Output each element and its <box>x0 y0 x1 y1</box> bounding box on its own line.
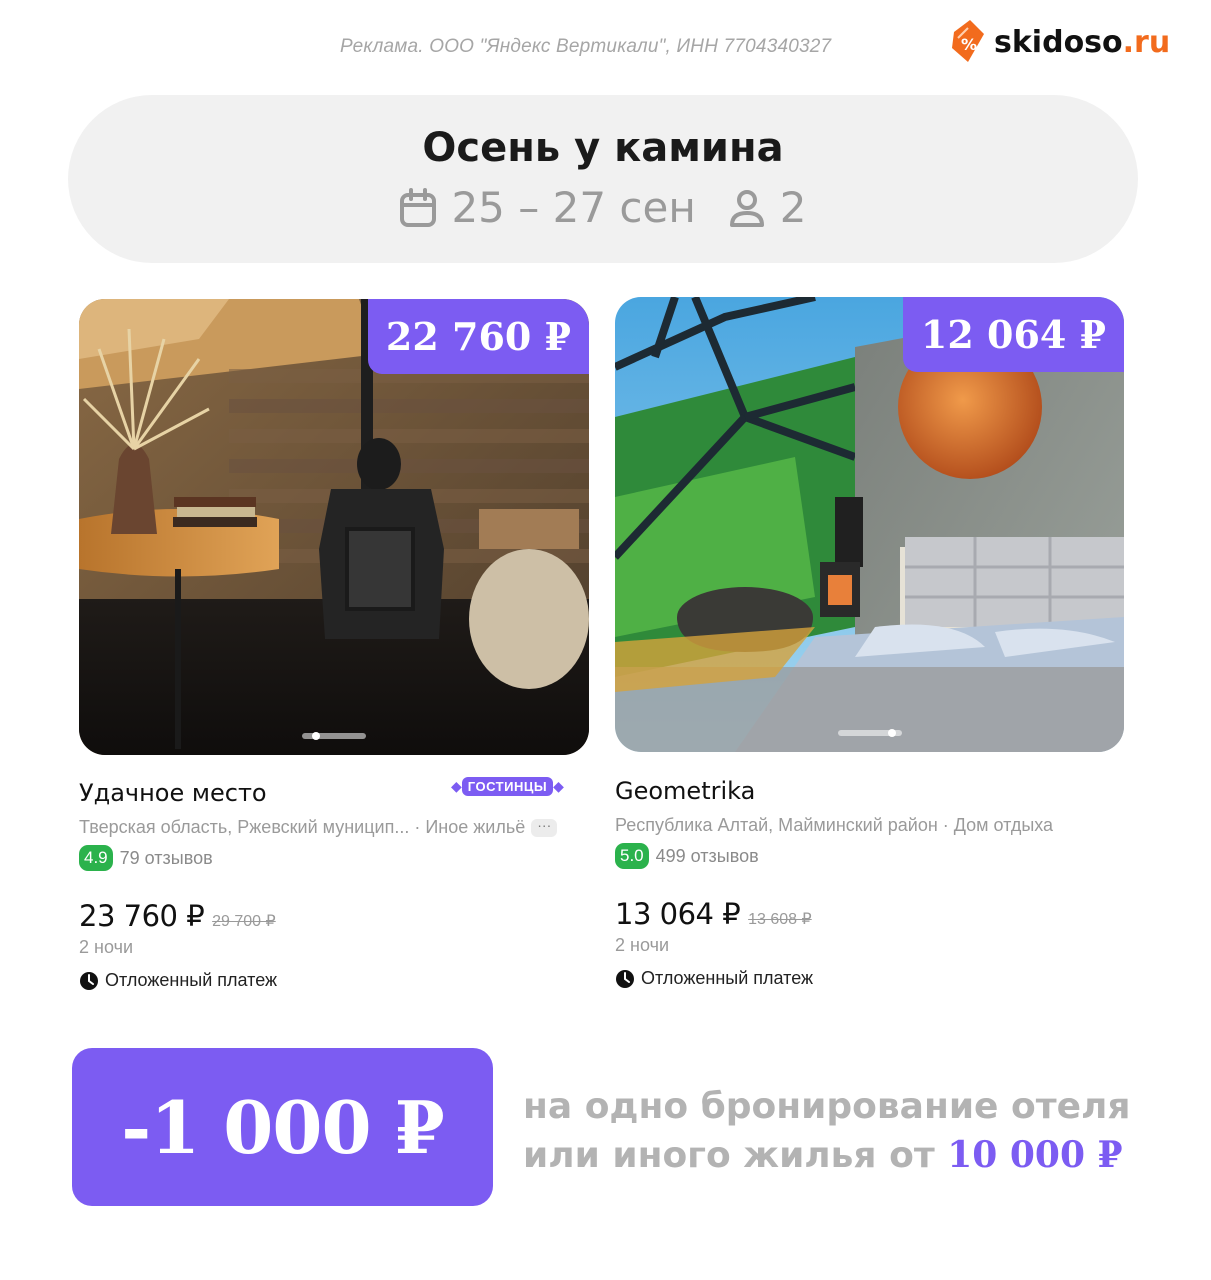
reviews-count: 79 отзывов <box>119 847 213 868</box>
calendar-icon <box>400 187 437 227</box>
search-summary-pill[interactable]: Осень у камина 25 – 27 сен 2 <box>68 95 1138 263</box>
person-icon <box>729 189 764 227</box>
deferred-payment: Отложенный платеж <box>79 970 277 991</box>
deferred-payment-icon <box>616 969 634 988</box>
svg-text:%: % <box>961 35 977 54</box>
price-tag: 12 064 ₽ <box>902 297 1124 372</box>
promo-line-2: или иного жилья от <box>523 1135 935 1176</box>
ad-disclaimer: Реклама. ООО "Яндекс Вертикали", ИНН 770… <box>340 36 832 57</box>
photo-pager[interactable] <box>837 729 902 737</box>
discount-tag-icon: % <box>952 20 984 62</box>
old-price: 29 700 ₽ <box>212 913 276 930</box>
price-line: 13 064 ₽ 13 608 ₽ <box>615 897 812 931</box>
logo-suffix: .ru <box>1122 24 1171 60</box>
current-price: 23 760 ₽ <box>79 899 205 933</box>
gostintsy-badge: ◆ ГОСТИНЦЫ ◆ <box>451 777 564 796</box>
logo-name: skidoso <box>994 24 1123 60</box>
rating[interactable]: 5.0 499 отзывов <box>615 843 759 869</box>
deferred-payment-label: Отложенный платеж <box>105 970 278 990</box>
listing-location: Республика Алтай, Майминский район · Дом… <box>615 815 1054 835</box>
listing-photo[interactable]: 12 064 ₽ <box>615 297 1124 752</box>
rating[interactable]: 4.9 79 отзывов <box>79 845 213 871</box>
skidoso-logo[interactable]: % skidoso.ru <box>948 16 1170 68</box>
deferred-payment-label: Отложенный платеж <box>641 968 814 988</box>
collection-title: Осень у камина <box>422 125 784 171</box>
deferred-payment-icon <box>80 971 98 990</box>
listing-name[interactable]: Geometrika <box>615 777 755 805</box>
promo-min-amount: 10 000 ₽ <box>947 1134 1123 1176</box>
listing-name[interactable]: Удачное место <box>79 779 267 807</box>
current-price: 13 064 ₽ <box>615 897 741 931</box>
guest-count: 2 <box>779 183 807 232</box>
price-tag: 22 760 ₽ <box>367 299 589 374</box>
discount-badge: -1 000 ₽ <box>72 1048 493 1206</box>
promo-conditions: на одно бронирование отеля или иного жил… <box>523 1082 1131 1180</box>
listing-photo[interactable]: 22 760 ₽ <box>79 299 589 755</box>
nights-count: 2 ночи <box>615 935 669 955</box>
promo-line-1: на одно бронирование отеля <box>523 1086 1131 1127</box>
old-price: 13 608 ₽ <box>748 911 812 928</box>
nights-count: 2 ночи <box>79 937 133 957</box>
deferred-payment: Отложенный платеж <box>615 968 813 989</box>
search-params: 25 – 27 сен 2 <box>68 183 1138 232</box>
listing-card[interactable]: 22 760 ₽ Удачное место ◆ ГОСТИНЦЫ ◆ Твер… <box>79 299 589 999</box>
location-text: Тверская область, Ржевский муницип... · … <box>79 817 526 837</box>
date-range: 25 – 27 сен <box>451 183 696 232</box>
listing-location: Тверская область, Ржевский муницип... · … <box>79 817 558 838</box>
rating-score: 5.0 <box>615 843 649 869</box>
more-button[interactable]: ··· <box>531 818 558 838</box>
reviews-count: 499 отзывов <box>655 845 759 866</box>
rating-score: 4.9 <box>79 845 113 871</box>
photo-pager[interactable] <box>302 732 366 740</box>
wing-right-icon: ◆ <box>553 778 564 794</box>
listing-card[interactable]: 12 064 ₽ Geometrika Республика Алтай, Ма… <box>615 297 1125 997</box>
wing-left-icon: ◆ <box>451 778 462 794</box>
price-line: 23 760 ₽ 29 700 ₽ <box>79 899 276 933</box>
badge-label: ГОСТИНЦЫ <box>461 777 554 796</box>
